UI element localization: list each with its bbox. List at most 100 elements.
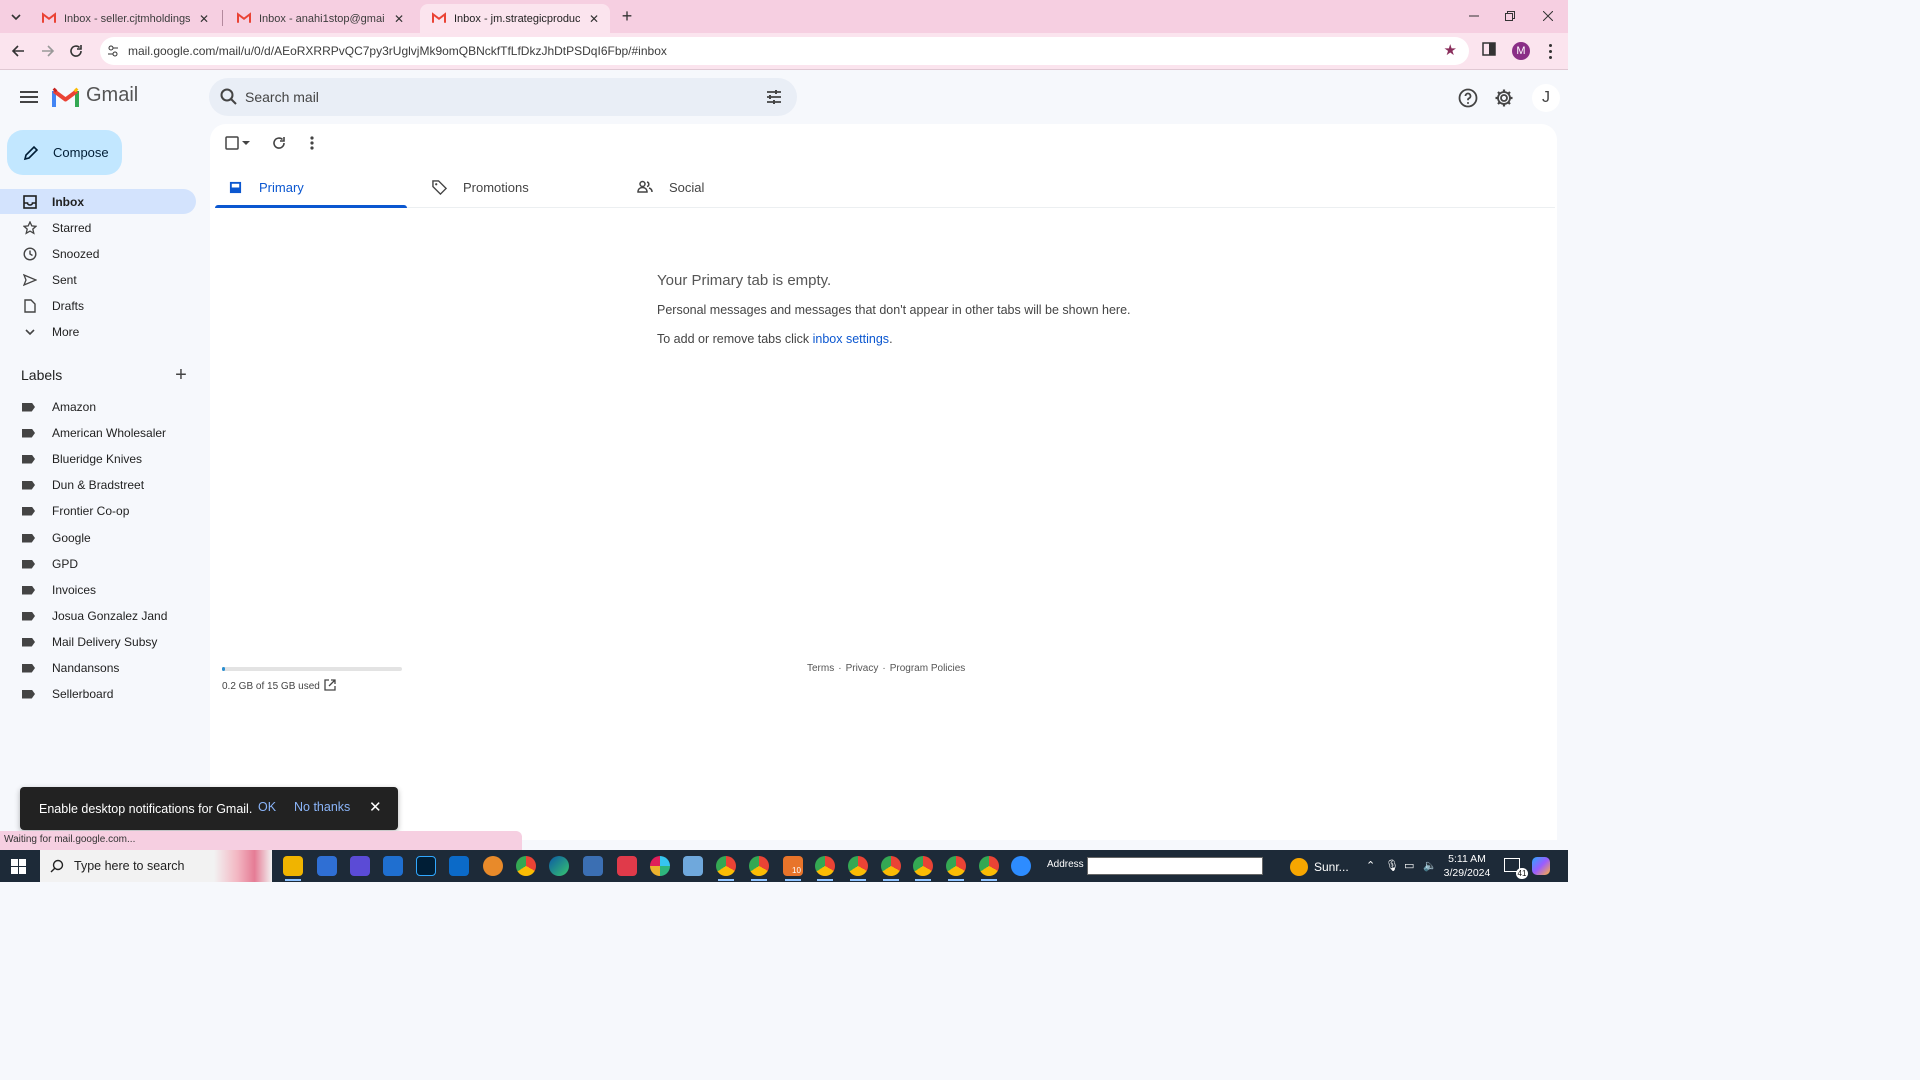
close-tab-icon[interactable]: ✕ (196, 11, 212, 27)
snackbar-ok-button[interactable]: OK (258, 800, 276, 814)
nav-item-starred[interactable]: Starred (0, 215, 196, 240)
app-icon[interactable] (350, 856, 370, 876)
nav-item-inbox[interactable]: Inbox (0, 189, 196, 214)
label-item[interactable]: Blueridge Knives (0, 447, 196, 471)
address-bar[interactable]: mail.google.com/mail/u/0/d/AEoRXRRPvQC7p… (100, 37, 1469, 65)
network-icon[interactable]: ▭ (1404, 859, 1414, 872)
app-icon[interactable] (617, 856, 637, 876)
photoshop-icon[interactable] (416, 856, 436, 876)
account-avatar[interactable]: J (1532, 84, 1560, 112)
search-options-icon[interactable] (764, 87, 784, 107)
taskbar-address-input[interactable] (1087, 857, 1263, 875)
chrome-icon[interactable] (516, 856, 536, 876)
gmail-logo-icon[interactable] (52, 87, 79, 107)
chrome-profile-icon[interactable] (848, 856, 868, 881)
store-icon[interactable] (317, 856, 337, 876)
close-tab-icon[interactable]: ✕ (391, 11, 407, 27)
side-panel-icon[interactable] (1482, 42, 1500, 60)
chrome-profile-icon[interactable] (815, 856, 835, 881)
tab-primary[interactable]: Primary (215, 166, 407, 208)
app-icon[interactable] (683, 856, 703, 876)
chrome-profile-icon[interactable] (881, 856, 901, 881)
microphone-icon[interactable]: 🎙 (1385, 859, 1399, 872)
search-icon[interactable] (219, 87, 239, 107)
more-actions-icon[interactable] (303, 134, 321, 152)
privacy-link[interactable]: Privacy (846, 663, 879, 674)
nav-item-snoozed[interactable]: Snoozed (0, 241, 196, 266)
file-explorer-icon[interactable] (283, 856, 303, 881)
external-link-icon[interactable] (324, 679, 336, 691)
label-item[interactable]: GPD (0, 552, 196, 576)
browser-tab[interactable]: Inbox - seller.cjtmholdings@gmail.com ✕ (30, 4, 220, 33)
weather-widget[interactable]: Sunr... (1290, 858, 1349, 876)
program-policies-link[interactable]: Program Policies (890, 663, 966, 674)
app-icon[interactable] (483, 856, 503, 876)
forward-arrow-icon[interactable] (38, 41, 58, 61)
chrome-profile-icon[interactable] (979, 856, 999, 881)
browser-tab[interactable]: Inbox - anahi1stop@gmail.com ✕ (225, 4, 415, 33)
slack-icon[interactable] (650, 856, 670, 876)
new-tab-button[interactable]: + (617, 6, 637, 26)
label-item[interactable]: Mail Delivery Subsy (0, 630, 196, 654)
restore-icon[interactable] (1498, 6, 1522, 26)
browser-menu-icon[interactable] (1542, 42, 1558, 60)
site-info-icon[interactable] (106, 44, 120, 58)
chrome-profile-icon[interactable] (749, 856, 769, 881)
copilot-icon[interactable] (1532, 857, 1550, 875)
minimize-icon[interactable] (1462, 6, 1486, 26)
app-icon[interactable]: 10 (783, 856, 803, 881)
browser-toolbar: mail.google.com/mail/u/0/d/AEoRXRRPvQC7p… (0, 33, 1568, 70)
select-dropdown-icon[interactable] (241, 134, 251, 152)
compose-button[interactable]: Compose (7, 130, 122, 175)
label-item[interactable]: Dun & Bradstreet (0, 473, 196, 497)
settings-gear-icon[interactable] (1493, 87, 1515, 109)
label-item[interactable]: Nandansons (0, 656, 196, 680)
close-window-icon[interactable] (1536, 6, 1560, 26)
nav-item-more[interactable]: More (0, 319, 196, 344)
tab-search-icon[interactable] (6, 7, 26, 27)
terms-link[interactable]: Terms (807, 663, 834, 674)
windows-start-icon[interactable] (11, 859, 26, 874)
add-label-icon[interactable]: + (172, 365, 190, 385)
gmail-wordmark[interactable]: Gmail (86, 84, 138, 107)
close-tab-icon[interactable]: ✕ (586, 11, 602, 27)
tab-promotions[interactable]: Promotions (419, 166, 611, 208)
label-item[interactable]: Amazon (0, 395, 196, 419)
chrome-profile-icon[interactable] (716, 856, 736, 881)
browser-tab-active[interactable]: Inbox - jm.strategicproducts@gmail.com ✕ (420, 4, 610, 33)
taskbar-clock[interactable]: 5:11 AM 3/29/2024 (1436, 852, 1498, 880)
volume-icon[interactable]: 🔈 (1423, 859, 1437, 872)
nav-item-drafts[interactable]: Drafts (0, 293, 196, 318)
taskbar-search-box[interactable]: Type here to search (40, 850, 272, 882)
label-item[interactable]: Josua Gonzalez Jand (0, 604, 196, 628)
app-badge-count: 10 (792, 866, 801, 875)
app-icon[interactable] (383, 856, 403, 876)
gmail-header: Gmail J (0, 71, 1568, 125)
snackbar-close-icon[interactable]: ✕ (369, 799, 382, 816)
label-item[interactable]: Sellerboard (0, 682, 196, 706)
label-item[interactable]: American Wholesaler (0, 421, 196, 445)
calculator-icon[interactable] (583, 856, 603, 876)
bookmark-star-icon[interactable]: ★ (1444, 43, 1457, 58)
tab-social[interactable]: Social (625, 166, 817, 208)
chevron-up-icon[interactable]: ⌃ (1366, 859, 1375, 872)
main-menu-icon[interactable] (18, 86, 40, 108)
zoom-icon[interactable] (1011, 856, 1031, 876)
chrome-profile-icon[interactable] (913, 856, 933, 881)
edge-icon[interactable] (549, 856, 569, 876)
chrome-profile-icon[interactable] (946, 856, 966, 881)
refresh-icon[interactable] (270, 134, 288, 152)
search-input[interactable] (245, 87, 725, 107)
snackbar-no-thanks-button[interactable]: No thanks (294, 800, 350, 814)
back-arrow-icon[interactable] (8, 41, 28, 61)
reload-icon[interactable] (66, 41, 86, 61)
mail-icon[interactable] (449, 856, 469, 876)
browser-profile-avatar[interactable]: M (1512, 42, 1530, 60)
nav-item-sent[interactable]: Sent (0, 267, 196, 292)
label-item[interactable]: Invoices (0, 578, 196, 602)
label-item[interactable]: Google (0, 526, 196, 550)
help-icon[interactable] (1457, 87, 1479, 109)
inbox-settings-link[interactable]: inbox settings (813, 332, 889, 346)
select-all-checkbox[interactable] (223, 134, 241, 152)
label-item[interactable]: Frontier Co-op (0, 499, 196, 523)
